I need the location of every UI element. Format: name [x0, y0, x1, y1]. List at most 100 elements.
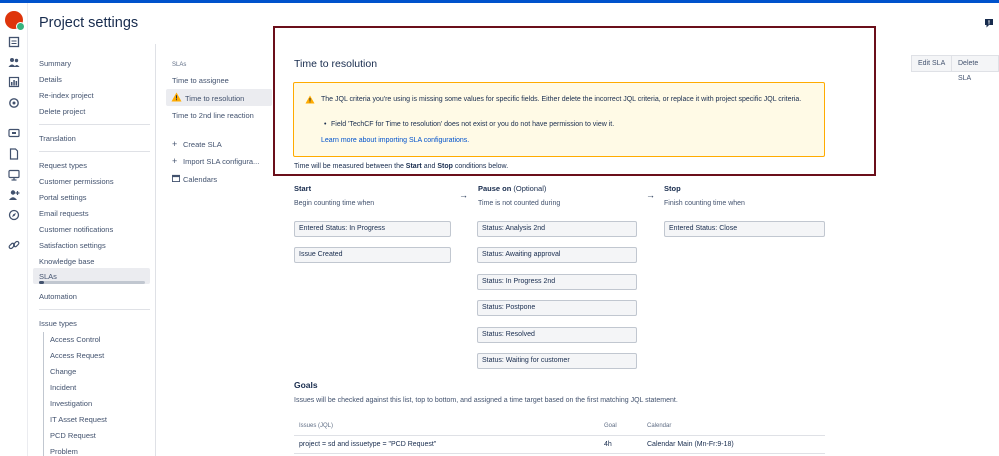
measure-and: and [421, 163, 438, 170]
measure-suffix: conditions below. [452, 163, 509, 170]
page-title: Project settings [39, 15, 139, 31]
measure-stop: Stop [437, 163, 453, 170]
pause-optional-text: (Optional) [511, 184, 547, 193]
goals-header-calendar: Calendar [647, 423, 672, 429]
status-dot [16, 22, 25, 31]
sidebar-item-summary[interactable]: Summary [39, 59, 71, 68]
stop-column-title: Stop [664, 184, 681, 193]
warning-icon [305, 95, 315, 104]
left-nav-rail [0, 3, 28, 456]
jql-warning-banner: The JQL criteria you're using is missing… [293, 82, 825, 157]
pause-condition[interactable]: Status: Awaiting approval [477, 247, 637, 263]
sidebar-divider [39, 124, 150, 125]
pause-condition[interactable]: Status: Waiting for customer [477, 353, 637, 369]
reports-icon[interactable] [8, 76, 20, 88]
start-column-desc: Begin counting time when [294, 200, 375, 207]
issue-types-tree-line [43, 332, 44, 456]
channels-icon[interactable] [8, 127, 20, 139]
sla-item-time-to-resolution[interactable]: Time to resolution [185, 94, 244, 103]
stop-condition[interactable]: Entered Status: Close [664, 221, 825, 237]
plus-icon: + [172, 156, 178, 166]
sidebar-scroll-thumb[interactable] [39, 281, 44, 284]
pages-icon[interactable] [8, 148, 20, 160]
sidebar-item-satisfaction-settings[interactable]: Satisfaction settings [39, 241, 106, 250]
goals-header-divider [294, 435, 825, 436]
issue-type-investigation[interactable]: Investigation [50, 399, 92, 408]
plus-icon: + [172, 139, 178, 149]
start-column-title: Start [294, 184, 312, 193]
sidebar-item-automation[interactable]: Automation [39, 292, 77, 301]
create-sla-link[interactable]: + Create SLA [172, 139, 222, 149]
sidebar-item-request-types[interactable]: Request types [39, 161, 87, 170]
pause-condition[interactable]: Status: In Progress 2nd [477, 274, 637, 290]
issue-type-change[interactable]: Change [50, 367, 76, 376]
issue-type-incident[interactable]: Incident [50, 383, 76, 392]
pause-condition[interactable]: Status: Analysis 2nd [477, 221, 637, 237]
stop-column-desc: Finish counting time when [664, 200, 745, 207]
issue-type-it-asset-request[interactable]: IT Asset Request [50, 415, 107, 424]
sla-list-heading: SLAs [172, 62, 187, 68]
goals-desc: Issues will be checked against this list… [294, 397, 678, 404]
issue-type-pcd-request[interactable]: PCD Request [50, 431, 96, 440]
sidebar-item-delete-project[interactable]: Delete project [39, 107, 85, 116]
sidebar-divider [39, 151, 150, 152]
queues-icon[interactable] [8, 36, 20, 48]
issue-type-problem[interactable]: Problem [50, 447, 78, 456]
feedback-icon[interactable] [984, 18, 994, 28]
sidebar-item-details[interactable]: Details [39, 75, 62, 84]
pause-column-desc: Time is not counted during [478, 200, 561, 207]
create-sla-label: Create SLA [183, 140, 222, 149]
sidebar-item-customer-permissions[interactable]: Customer permissions [39, 177, 114, 186]
pause-column-title: Pause on (Optional) [478, 184, 546, 193]
sidebar-divider [39, 309, 150, 310]
add-people-icon[interactable] [8, 189, 20, 201]
sidebar-item-slas[interactable]: SLAs [39, 272, 57, 281]
customers-icon[interactable] [8, 56, 20, 68]
issue-type-access-request[interactable]: Access Request [50, 351, 104, 360]
pause-condition[interactable]: Status: Postpone [477, 300, 637, 316]
sidebar-item-portal-settings[interactable]: Portal settings [39, 193, 87, 202]
sidebar-scroll-track[interactable] [39, 281, 145, 284]
compass-icon[interactable] [8, 209, 20, 221]
top-accent-bar [0, 0, 999, 3]
link-icon[interactable] [8, 239, 20, 251]
sidebar-item-reindex-project[interactable]: Re-index project [39, 91, 94, 100]
measure-prefix: Time will be measured between the [294, 163, 406, 170]
measure-start: Start [405, 163, 422, 170]
calendars-label: Calendars [183, 175, 218, 184]
column-divider [155, 44, 156, 456]
goal-row-divider [294, 453, 825, 454]
goals-title: Goals [294, 380, 318, 390]
start-condition[interactable]: Issue Created [294, 247, 451, 263]
pause-title-text: Pause on [478, 184, 512, 193]
goals-header-goal: Goal [604, 423, 617, 429]
import-sla-link[interactable]: + Import SLA configura... [172, 156, 259, 166]
issue-type-access-control[interactable]: Access Control [50, 335, 100, 344]
warning-icon [171, 92, 182, 102]
pause-condition[interactable]: Status: Resolved [477, 327, 637, 343]
import-sla-label: Import SLA configura... [183, 157, 260, 166]
learn-more-link[interactable]: Learn more about importing SLA configura… [321, 137, 469, 144]
sla-title: Time to resolution [294, 58, 378, 70]
delete-sla-button[interactable]: Delete SLA [951, 55, 999, 82]
goals-header-jql: Issues (JQL) [299, 423, 334, 429]
monitor-icon[interactable] [8, 169, 20, 181]
calendars-link[interactable]: Calendars [172, 174, 217, 184]
warning-bullet: Field 'TechCF for Time to resolution' do… [324, 121, 614, 128]
arrow-icon: → [459, 190, 468, 200]
sla-item-time-to-assignee[interactable]: Time to assignee [172, 76, 229, 85]
goal-row-calendar: Calendar Main (Mn-Fr:9-18) [647, 441, 734, 448]
sla-item-time-to-2nd-line-reaction[interactable]: Time to 2nd line reaction [172, 111, 254, 120]
start-condition[interactable]: Entered Status: In Progress [294, 221, 451, 237]
sidebar-item-issue-types[interactable]: Issue types [39, 319, 77, 328]
goal-row-goal: 4h [604, 441, 612, 448]
calendar-icon [172, 174, 181, 184]
sidebar-item-email-requests[interactable]: Email requests [39, 209, 89, 218]
settings-cog-icon[interactable] [8, 97, 20, 109]
sidebar-item-customer-notifications[interactable]: Customer notifications [39, 225, 113, 234]
sidebar-item-translation[interactable]: Translation [39, 134, 76, 143]
project-avatar[interactable] [5, 11, 25, 31]
sidebar-item-knowledge-base[interactable]: Knowledge base [39, 257, 94, 266]
edit-sla-button[interactable]: Edit SLA [911, 55, 953, 72]
arrow-icon: → [646, 190, 655, 200]
